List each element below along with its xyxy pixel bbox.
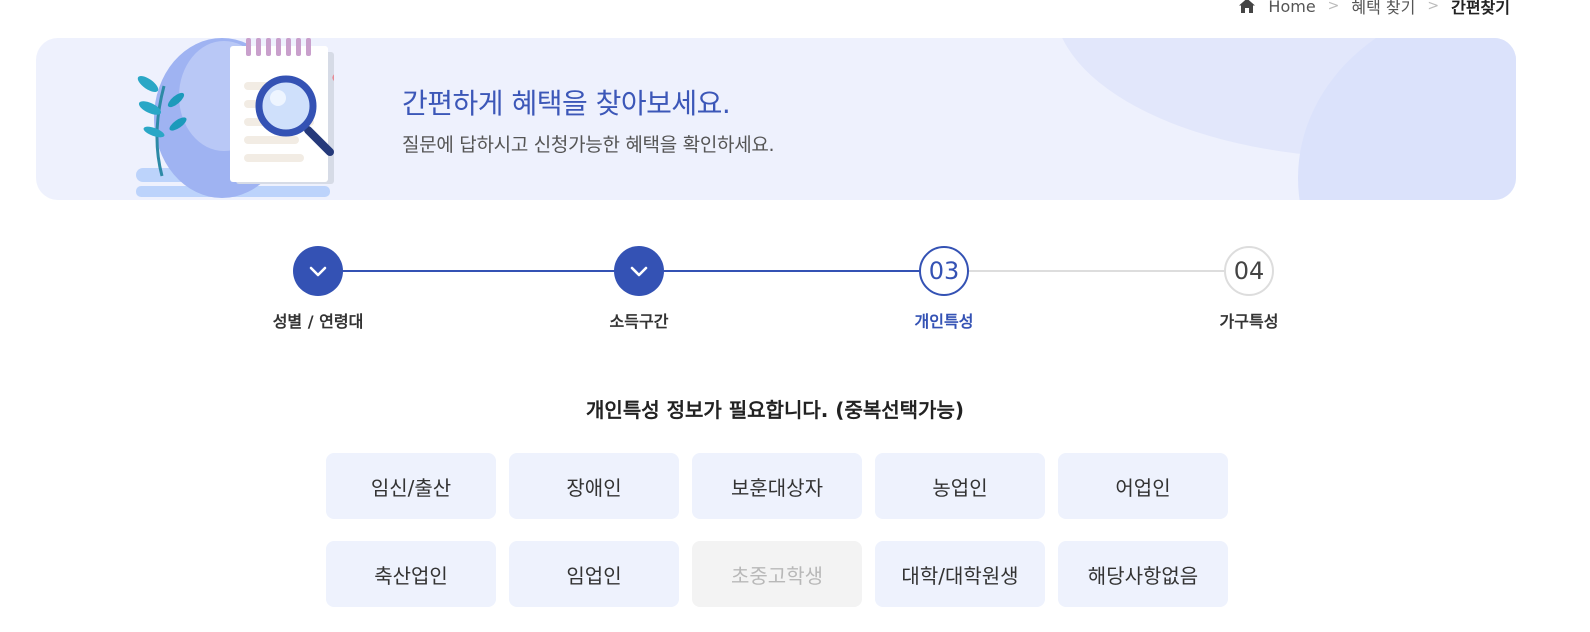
breadcrumb-current: 간편찾기 [1451,0,1510,17]
check-icon [309,266,327,277]
option-disabled-person[interactable]: 장애인 [509,453,679,519]
option-student-disabled: 초중고학생 [692,541,862,607]
home-icon[interactable] [1238,0,1256,15]
banner-subtitle: 질문에 답하시고 신청가능한 혜택을 확인하세요. [402,134,775,156]
chevron-right-icon: > [1327,0,1340,14]
step-gender-age[interactable]: 성별 / 연령대 [218,246,418,332]
step-label: 소득구간 [609,312,669,331]
banner-title: 간편하게 혜택을 찾아보세요. [402,87,731,120]
step-circle [293,246,343,296]
step-label: 가구특성 [1219,312,1279,331]
option-forester[interactable]: 임업인 [509,541,679,607]
option-veteran[interactable]: 보훈대상자 [692,453,862,519]
question-title: 개인특성 정보가 필요합니다. (중복선택가능) [586,398,964,422]
option-none[interactable]: 해당사항없음 [1058,541,1228,607]
option-grid: 임신/출산 장애인 보훈대상자 농업인 어업인 축산업인 임업인 초중고학생 대… [326,453,1228,607]
magnifier-document-illustration [136,38,334,198]
breadcrumb: Home > 혜택 찾기 > 간편찾기 [1238,0,1510,18]
option-fisher[interactable]: 어업인 [1058,453,1228,519]
step-income[interactable]: 소득구간 [539,246,739,332]
step-household[interactable]: 04 가구특성 [1149,246,1349,332]
step-label: 성별 / 연령대 [272,312,364,331]
step-personal[interactable]: 03 개인특성 [844,246,1044,332]
step-number: 04 [1224,246,1274,296]
progress-stepper: 성별 / 연령대 소득구간 03 개인특성 04 가구특성 [0,246,1590,346]
option-pregnancy-birth[interactable]: 임신/출산 [326,453,496,519]
step-label: 개인특성 [914,312,974,331]
check-icon [630,266,648,277]
breadcrumb-benefit-link[interactable]: 혜택 찾기 [1351,0,1415,18]
option-farmer[interactable]: 농업인 [875,453,1045,519]
option-livestock-farmer[interactable]: 축산업인 [326,541,496,607]
intro-banner: 간편하게 혜택을 찾아보세요. 질문에 답하시고 신청가능한 혜택을 확인하세요… [36,38,1516,200]
breadcrumb-home-link[interactable]: Home [1268,0,1315,16]
chevron-right-icon: > [1427,0,1440,14]
step-number: 03 [919,246,969,296]
option-university-student[interactable]: 대학/대학원생 [875,541,1045,607]
step-circle [614,246,664,296]
